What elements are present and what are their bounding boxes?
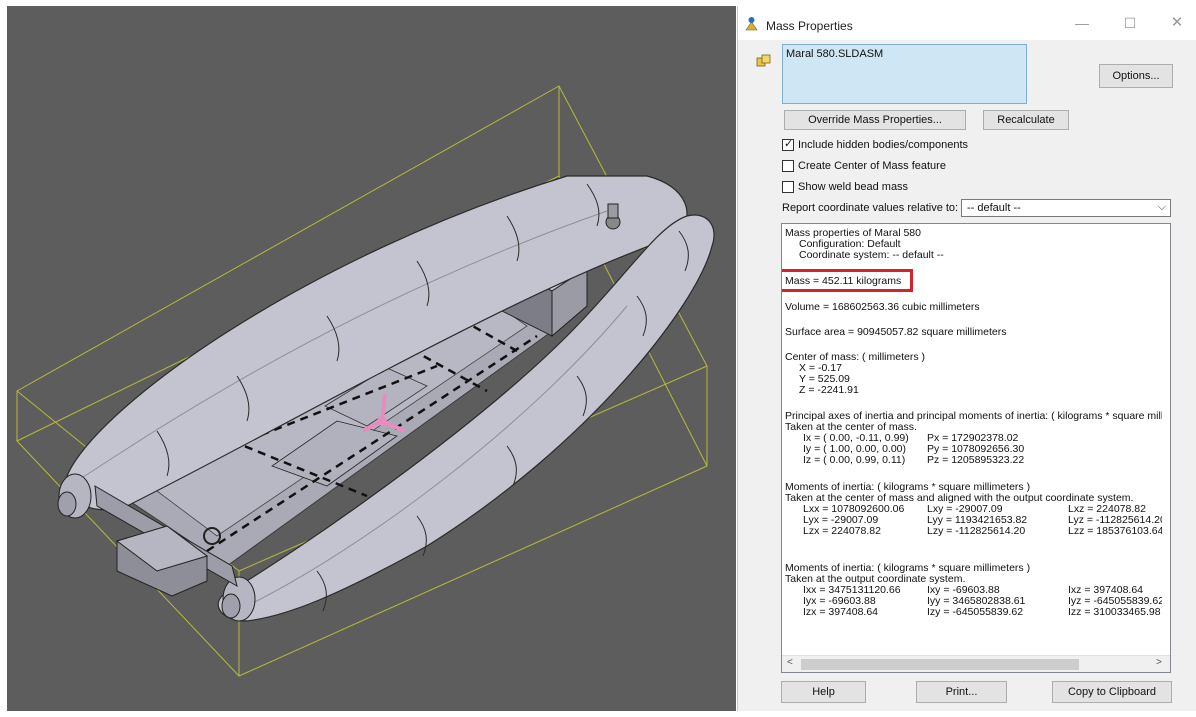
scroll-left-icon[interactable]: < [787, 657, 793, 668]
surface-area-value: Surface area = 90945057.82 square millim… [785, 326, 1007, 338]
copy-button-label: Copy to Clipboard [1067, 686, 1157, 698]
checkbox-label: Create Center of Mass feature [798, 160, 946, 172]
principal-moment-pz: Pz = 1205895323.22 [927, 454, 1025, 466]
checkbox-box[interactable]: ✓ [782, 138, 794, 151]
options-button-label: Options... [1112, 70, 1160, 82]
selection-list[interactable]: Maral 580.SLDASM [782, 44, 1027, 104]
mass-properties-icon [745, 17, 758, 31]
moi-output-cell: Izy = -645055839.62 [927, 606, 1024, 618]
override-mass-properties-button[interactable]: Override Mass Properties... [784, 110, 966, 130]
title-bar[interactable]: Mass Properties — ☐ ✕ [738, 6, 1196, 40]
dropdown-value: -- default -- [967, 202, 1021, 214]
checkbox-box[interactable] [782, 181, 794, 193]
scroll-right-icon[interactable]: > [1156, 657, 1162, 668]
assembly-icon [756, 54, 771, 67]
help-button-label: Help [812, 686, 835, 698]
checkmark-icon: ✓ [784, 138, 794, 150]
checkbox-label: Include hidden bodies/components [798, 139, 969, 151]
recalculate-button[interactable]: Recalculate [983, 110, 1069, 130]
print-button-label: Print... [945, 686, 978, 698]
com-z: Z = -2241.91 [799, 384, 859, 396]
print-button[interactable]: Print... [916, 681, 1007, 703]
moi-com-cell: Lzy = -112825614.20 [927, 525, 1026, 537]
window-title: Mass Properties [766, 19, 853, 33]
checkbox-label: Show weld bead mass [798, 181, 909, 193]
scrollbar-thumb[interactable] [801, 659, 1079, 670]
volume-value: Volume = 168602563.36 cubic millimeters [785, 301, 980, 313]
override-button-label: Override Mass Properties... [808, 114, 942, 126]
coordinate-system-dropdown[interactable]: -- default -- ⌵ [961, 199, 1171, 217]
moi-output-cell: Izx = 397408.64 [803, 606, 879, 618]
horizontal-scrollbar[interactable]: < > [782, 655, 1170, 672]
graphics-viewport[interactable] [7, 6, 736, 711]
minimize-button[interactable]: — [1067, 12, 1097, 34]
maximize-button[interactable]: ☐ [1115, 12, 1145, 34]
moi-com-cell: Lzx = 224078.82 [803, 525, 881, 537]
chevron-down-icon[interactable]: ⌵ [1158, 201, 1166, 214]
moi-com-cell: Lzz = 185376103.64 [1068, 525, 1162, 537]
recalculate-button-label: Recalculate [997, 114, 1055, 126]
results-text-area[interactable]: Mass properties of Maral 580 Configurati… [781, 223, 1171, 673]
mass-highlight-box [782, 269, 913, 292]
principal-axis-iz: Iz = ( 0.00, 0.99, 0.11) [803, 454, 906, 466]
selected-item[interactable]: Maral 580.SLDASM [786, 48, 883, 60]
copy-to-clipboard-button[interactable]: Copy to Clipboard [1052, 681, 1172, 703]
boat-model-render[interactable] [7, 6, 736, 711]
moi-output-cell: Izz = 310033465.98 [1068, 606, 1161, 618]
bow-fitting [605, 203, 621, 230]
coordinate-system-line: Coordinate system: -- default -- [799, 249, 944, 261]
options-button[interactable]: Options... [1099, 64, 1173, 88]
checkbox-box[interactable] [782, 160, 794, 172]
report-coordinate-label: Report coordinate values relative to: [782, 202, 959, 214]
mass-properties-dialog: Mass Properties — ☐ ✕ Maral 580.SLDASM O… [737, 6, 1196, 711]
close-button[interactable]: ✕ [1162, 12, 1192, 34]
help-button[interactable]: Help [781, 681, 866, 703]
